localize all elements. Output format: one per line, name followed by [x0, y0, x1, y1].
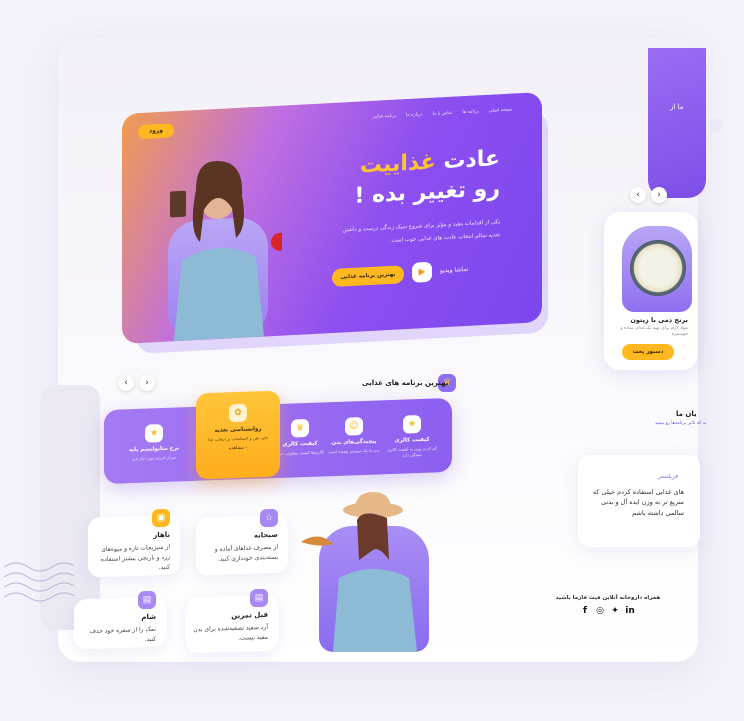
- hero-person-image: [152, 146, 282, 343]
- social-links: f ◎ ✦ in: [580, 606, 635, 616]
- hero-title-accent: غذاییت: [359, 149, 436, 179]
- recipe-button[interactable]: دستور پخت: [622, 344, 674, 360]
- hero-card: ورود صفحه اصلی برنامه ها تماس با ما دربا…: [122, 91, 542, 344]
- food-recipe-card[interactable]: برنج دمی با زیتون مواد لازم برای تهیه یک…: [604, 212, 698, 370]
- second-person-image: [293, 490, 433, 652]
- nav-item[interactable]: تماس با ما: [432, 111, 452, 117]
- meal-card-dinner[interactable]: ▤ شام نمک را از سفره خود حذف کنید.: [74, 590, 166, 650]
- side-top-card: ما از: [648, 48, 706, 198]
- food-image: [622, 226, 692, 312]
- rice-bowl-icon: [630, 240, 686, 296]
- sparkle-icon: ✿: [229, 403, 247, 423]
- testimonials-subtitle: ید که تاثیر برنامه‌ها رو ببینید: [655, 421, 707, 426]
- decor-dot: [709, 118, 723, 132]
- programs-title: بهترین برنامه های غذایی: [362, 379, 449, 387]
- meal-icon: ▤: [138, 590, 156, 610]
- testimonial-card: فریلنسر های غذایی استفاده کردم خیلی که س…: [578, 455, 700, 547]
- play-icon[interactable]: ▶: [412, 261, 432, 283]
- woman-croissant-illustration: [301, 492, 417, 652]
- program-card[interactable]: ☺ پیچیدگی‌های بدن بدن ما یک سیستم پیچیده…: [324, 416, 384, 455]
- login-button[interactable]: ورود: [138, 123, 174, 140]
- hero-title-line2: رو تغییر بده !: [354, 176, 500, 209]
- program-card[interactable]: ★ کیفیت کالری کم کردن وزن به کیفیت کالری…: [382, 414, 442, 459]
- testimonial-text: های غذایی استفاده کردم خیلی که سریع تر ب…: [592, 488, 684, 517]
- nav-item[interactable]: درباره ما: [406, 112, 423, 118]
- nav-item[interactable]: برنامه غذایی: [372, 114, 396, 120]
- instagram-icon[interactable]: ◎: [595, 606, 605, 616]
- next-arrow-button[interactable]: ›: [139, 375, 155, 391]
- view-link[interactable]: مشاهده ‹: [196, 445, 280, 453]
- linkedin-icon[interactable]: in: [625, 606, 635, 616]
- food-title: برنج دمی با زیتون: [630, 316, 688, 324]
- meal-icon: ▤: [250, 588, 268, 608]
- footer-tagline: همراه داروخانه آنلاین فیت فارما باشید: [555, 595, 661, 601]
- programs-carousel-arrows: ‹ ›: [118, 375, 155, 391]
- hero-section: ورود صفحه اصلی برنامه ها تماس با ما دربا…: [122, 91, 542, 344]
- prev-arrow-button[interactable]: ‹: [630, 187, 646, 203]
- meal-card-breakfast[interactable]: ☆ صبحانه از مصرف غذاهای آماده و بسته‌بند…: [196, 508, 288, 576]
- meal-card-pre-workout[interactable]: ▤ قبل تمرین آرد سفید تصفیه‌شده برای بدن …: [186, 588, 278, 654]
- prev-arrow-button[interactable]: ‹: [118, 375, 134, 391]
- crown-icon: ♛: [291, 418, 309, 438]
- hero-description: یکی از اقدامات مفید و مؤثر برای شروع سبک…: [342, 219, 500, 245]
- star-icon: ★: [145, 424, 163, 443]
- wave-decoration: [4, 562, 74, 602]
- testimonial-author: فریلنسر: [657, 473, 678, 480]
- smile-icon: ☺: [345, 417, 363, 436]
- food-description: مواد لازم برای تهیه یک غذای ساده و خوشمز…: [620, 326, 688, 338]
- nav-item[interactable]: برنامه ها: [462, 109, 478, 115]
- mockup-stage: ما از ‹ › برنج دمی با زیتون مواد لازم بر…: [0, 0, 744, 721]
- facebook-icon[interactable]: f: [580, 606, 590, 616]
- testimonials-heading: یان ما: [676, 410, 697, 418]
- top-nav: صفحه اصلی برنامه ها تماس با ما درباره ما…: [372, 108, 512, 120]
- star-icon: ☆: [260, 508, 278, 528]
- program-card[interactable]: ★ نرخ متابولیسم پایه میزان انرژی مورد نی…: [124, 423, 184, 462]
- twitter-icon[interactable]: ✦: [610, 606, 620, 616]
- watch-video-link[interactable]: تماشا ویدیو: [440, 266, 468, 274]
- woman-illustration: [170, 160, 282, 342]
- best-program-button[interactable]: بهترین برنامه غذایی: [332, 265, 404, 287]
- hero-title: عادت غذاییت: [359, 146, 500, 179]
- meal-icon: ▣: [152, 508, 170, 528]
- meal-card-lunch[interactable]: ▣ ناهار از سبزیجات تازه و میوه‌های زرد و…: [88, 508, 180, 578]
- program-card-active[interactable]: ✿ روانشناسی تغذیه تاثیر ذهن و احساسات بر…: [196, 390, 280, 480]
- nav-item[interactable]: صفحه اصلی: [489, 108, 512, 114]
- side-carousel-arrows: ‹ ›: [630, 187, 667, 203]
- star-icon: ★: [403, 415, 421, 434]
- next-arrow-button[interactable]: ›: [651, 187, 667, 203]
